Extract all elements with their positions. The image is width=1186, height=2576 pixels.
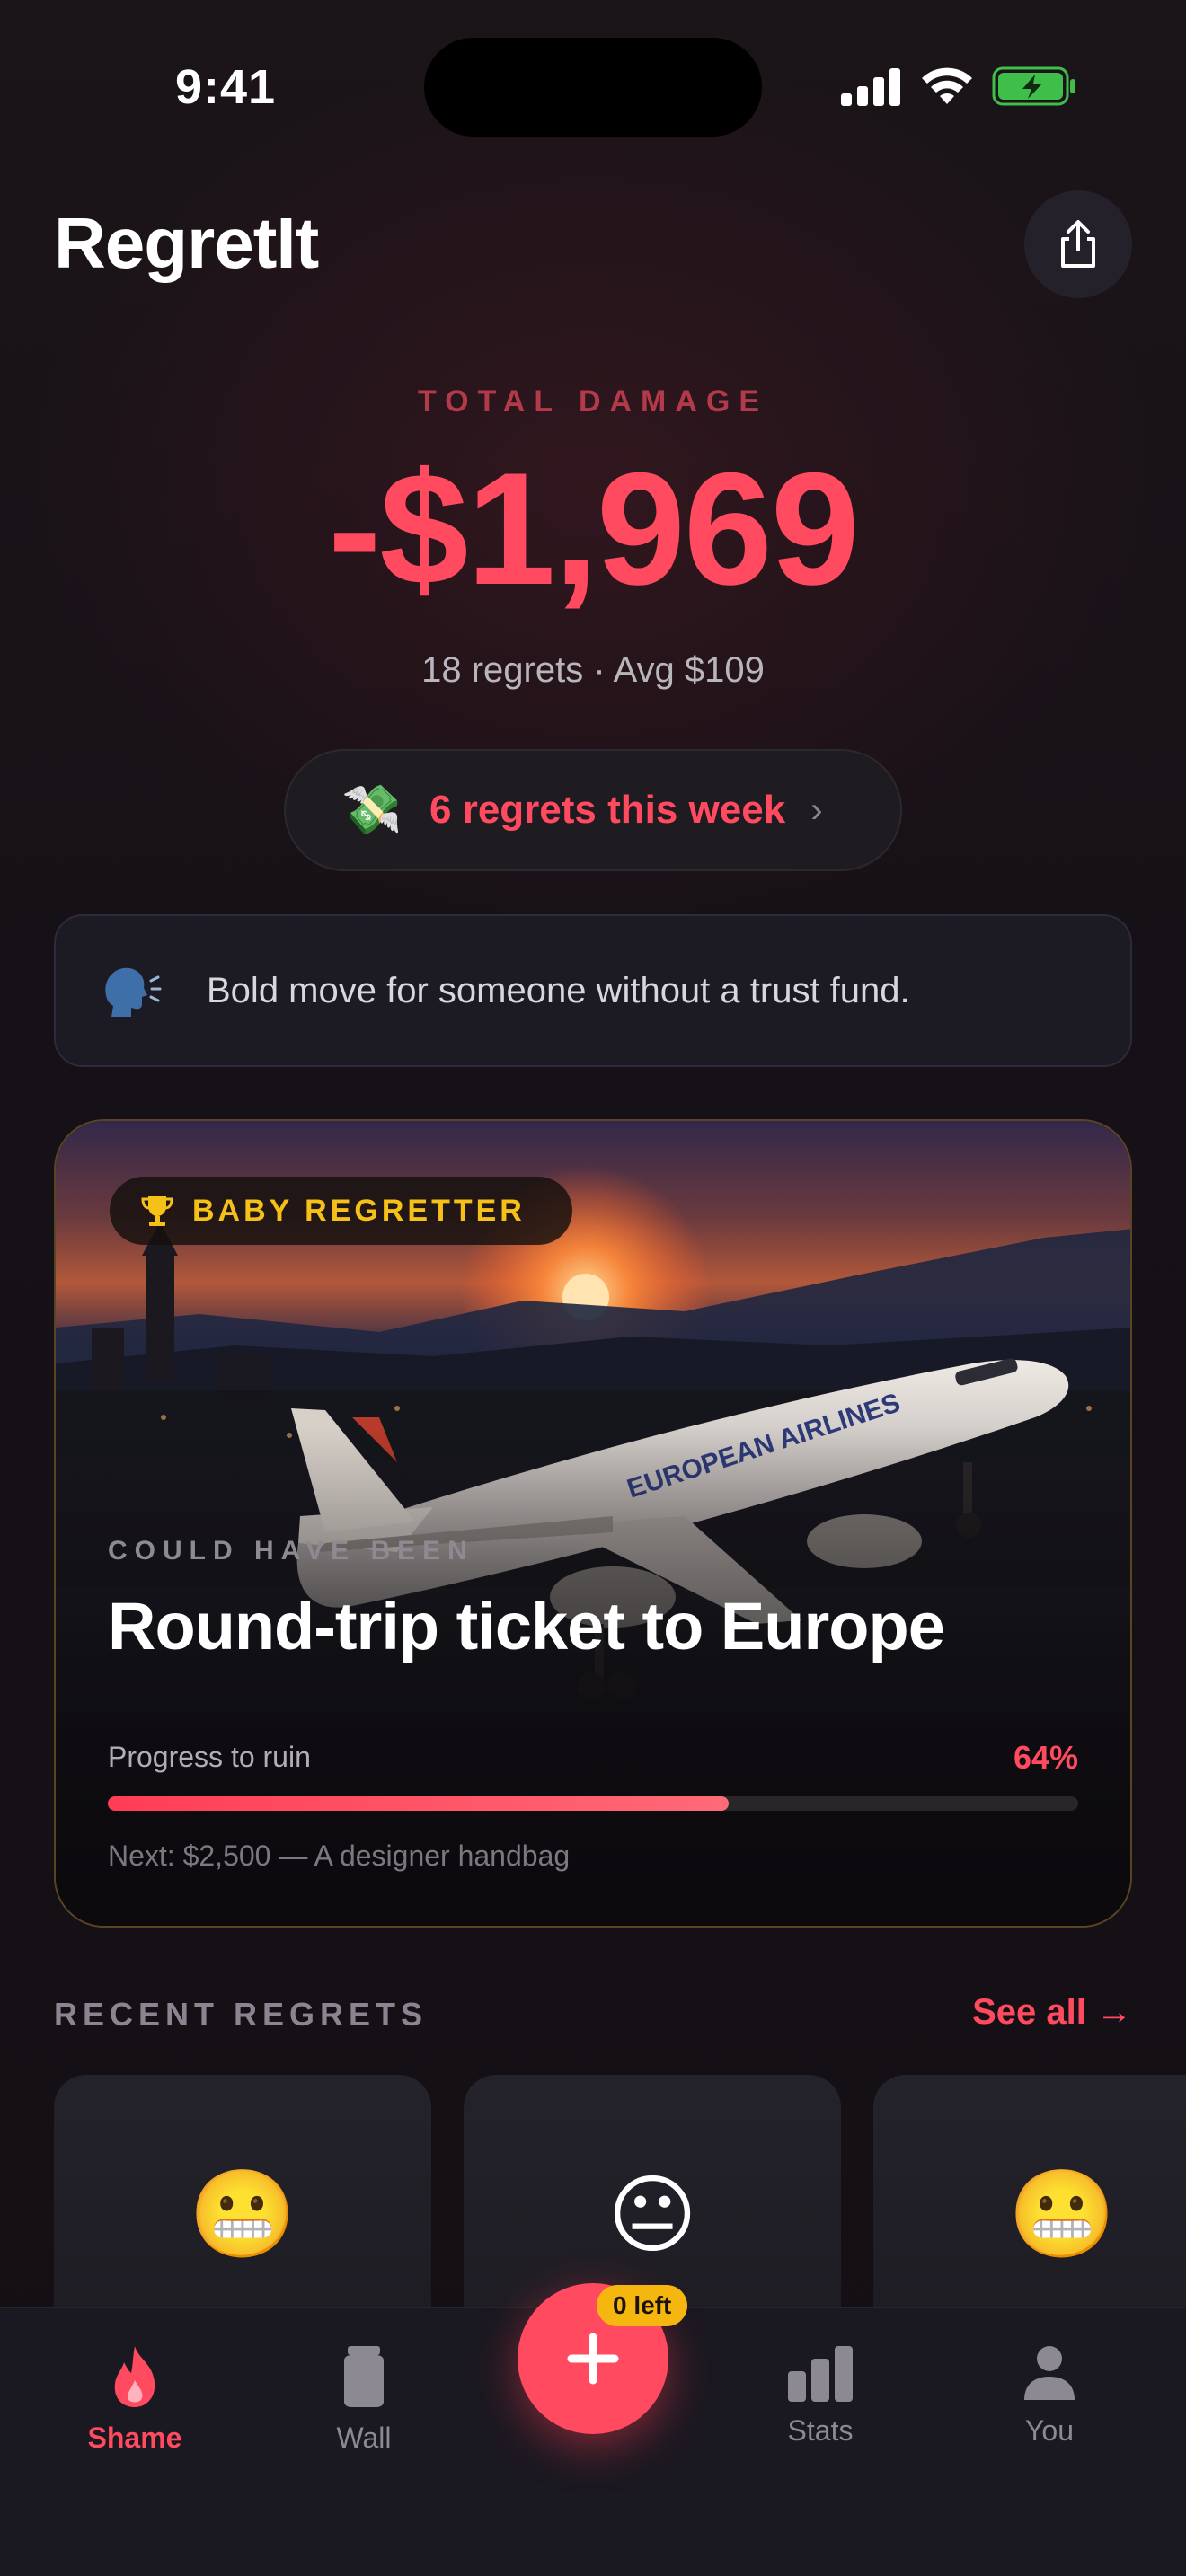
roast-card: Bold move for someone without a trust fu… — [54, 914, 1132, 1067]
trophy-icon — [141, 1196, 173, 1226]
bar-chart-icon — [788, 2346, 853, 2402]
signal-icon — [841, 68, 900, 106]
grimacing-face-icon: 😬 — [189, 2166, 296, 2263]
status-bar: 9:41 — [0, 0, 1186, 162]
see-all-link[interactable]: See all → — [972, 1992, 1132, 2033]
rank-badge-label: BABY REGRETTER — [192, 1193, 526, 1228]
weekly-regrets-pill[interactable]: 💸 6 regrets this week › — [284, 749, 902, 871]
progress-percent: 64% — [1013, 1739, 1078, 1776]
app-title: RegretIt — [54, 203, 319, 283]
tab-stats[interactable]: Stats — [730, 2344, 910, 2448]
screen: 9:41 RegretIt TOTAL DAMAGE -$1,969 18 re… — [0, 0, 1186, 2576]
progress-bar-fill — [108, 1796, 730, 1811]
flame-icon — [114, 2346, 155, 2407]
milestone-card[interactable]: EUROPEAN AIRLINES BABY REGRETTER COULD H… — [54, 1119, 1132, 1928]
rank-badge: BABY REGRETTER — [110, 1177, 572, 1245]
status-time: 9:41 — [175, 60, 277, 114]
wifi-icon — [922, 67, 972, 104]
tab-label: Shame — [87, 2422, 182, 2454]
remaining-count-badge: 0 left — [597, 2285, 688, 2326]
dynamic-island — [424, 38, 762, 137]
speaking-head-icon — [105, 967, 162, 1017]
tab-you[interactable]: You — [960, 2344, 1139, 2448]
tab-label: Stats — [787, 2414, 854, 2447]
chevron-right-icon: › — [810, 790, 823, 830]
share-icon — [1061, 220, 1095, 268]
money-with-wings-icon: 💸 — [341, 782, 403, 837]
regret-summary: 18 regrets · Avg $109 — [421, 650, 765, 690]
person-icon — [1024, 2346, 1075, 2400]
jar-icon — [344, 2346, 384, 2407]
weekly-regrets-text: 6 regrets this week — [429, 788, 786, 832]
neutral-face-icon: 😐 — [606, 2167, 698, 2263]
total-damage-amount: -$1,969 — [328, 439, 860, 618]
progress-label: Progress to ruin — [108, 1741, 311, 1773]
plus-icon — [567, 2333, 619, 2385]
tab-label: You — [1025, 2414, 1074, 2447]
milestone-eyebrow: COULD HAVE BEEN — [108, 1536, 474, 1566]
progress-bar — [108, 1796, 1078, 1811]
tab-wall[interactable]: Wall — [274, 2344, 454, 2455]
tab-shame[interactable]: Shame — [45, 2344, 225, 2455]
milestone-title: Round-trip ticket to Europe — [108, 1589, 945, 1663]
recent-regrets-title: RECENT REGRETS — [54, 1996, 429, 2033]
total-damage-label: TOTAL DAMAGE — [417, 384, 769, 419]
battery-icon — [992, 66, 1075, 106]
next-milestone: Next: $2,500 — A designer handbag — [108, 1839, 571, 1872]
roast-text: Bold move for someone without a trust fu… — [207, 970, 910, 1010]
tab-label: Wall — [336, 2422, 392, 2454]
grimacing-face-icon: 😬 — [1008, 2166, 1116, 2263]
share-button[interactable] — [1024, 190, 1132, 298]
